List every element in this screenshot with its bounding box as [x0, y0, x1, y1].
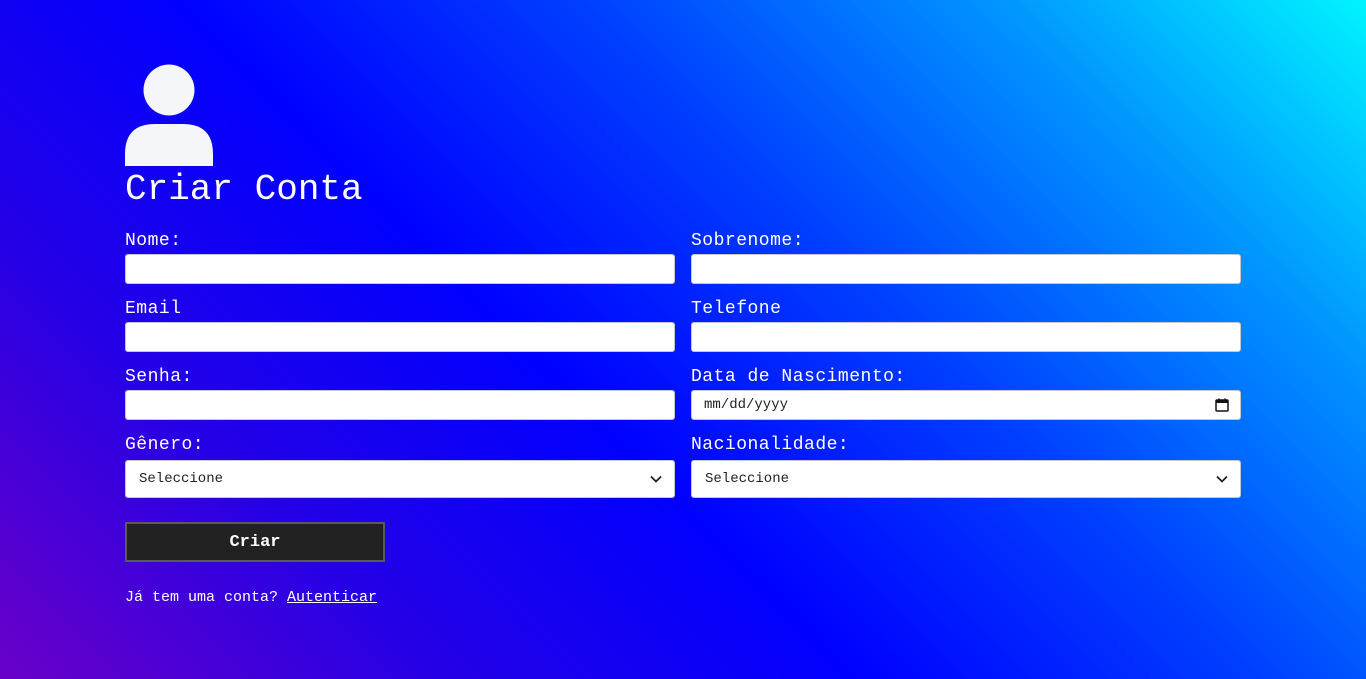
date-placeholder: mm/dd/yyyy [704, 397, 789, 413]
telefone-input[interactable] [691, 322, 1241, 352]
page-title: Criar Conta [125, 169, 363, 210]
login-prompt-text: Já tem uma conta? [125, 589, 279, 606]
chevron-down-icon [650, 475, 662, 483]
nome-label: Nome: [125, 231, 182, 251]
user-icon [125, 64, 215, 166]
genero-select[interactable]: Seleccione [125, 460, 675, 498]
email-label: Email [125, 299, 182, 319]
nacionalidade-label: Nacionalidade: [691, 435, 850, 455]
nacionalidade-select[interactable]: Seleccione [691, 460, 1241, 498]
senha-input[interactable] [125, 390, 675, 420]
telefone-label: Telefone [691, 299, 782, 319]
nacionalidade-selected: Seleccione [705, 471, 790, 487]
email-input[interactable] [125, 322, 675, 352]
genero-field: Gênero: Seleccione [125, 434, 675, 498]
senha-field: Senha: [125, 366, 675, 420]
telefone-field: Telefone [691, 298, 1241, 352]
criar-button[interactable]: Criar [125, 522, 385, 562]
sobrenome-input[interactable] [691, 254, 1241, 284]
nascimento-label: Data de Nascimento: [691, 367, 906, 387]
nome-input[interactable] [125, 254, 675, 284]
signup-form: Criar Conta Nome: Sobrenome: Email Telef… [125, 64, 1241, 607]
sobrenome-label: Sobrenome: [691, 231, 805, 251]
genero-selected: Seleccione [139, 471, 224, 487]
email-field: Email [125, 298, 675, 352]
nacionalidade-field: Nacionalidade: Seleccione [691, 434, 1241, 498]
form-grid: Nome: Sobrenome: Email Telefone Senha: D… [125, 230, 1241, 498]
autenticar-link[interactable]: Autenticar [287, 589, 377, 606]
sobrenome-field: Sobrenome: [691, 230, 1241, 284]
date-input[interactable]: mm/dd/yyyy [691, 390, 1241, 420]
calendar-icon[interactable] [1215, 398, 1229, 412]
nome-field: Nome: [125, 230, 675, 284]
chevron-down-icon [1216, 475, 1228, 483]
genero-label: Gênero: [125, 435, 205, 455]
senha-label: Senha: [125, 367, 193, 387]
nascimento-field: Data de Nascimento: mm/dd/yyyy [691, 366, 1241, 420]
login-prompt: Já tem uma conta? Autenticar [125, 589, 1241, 607]
